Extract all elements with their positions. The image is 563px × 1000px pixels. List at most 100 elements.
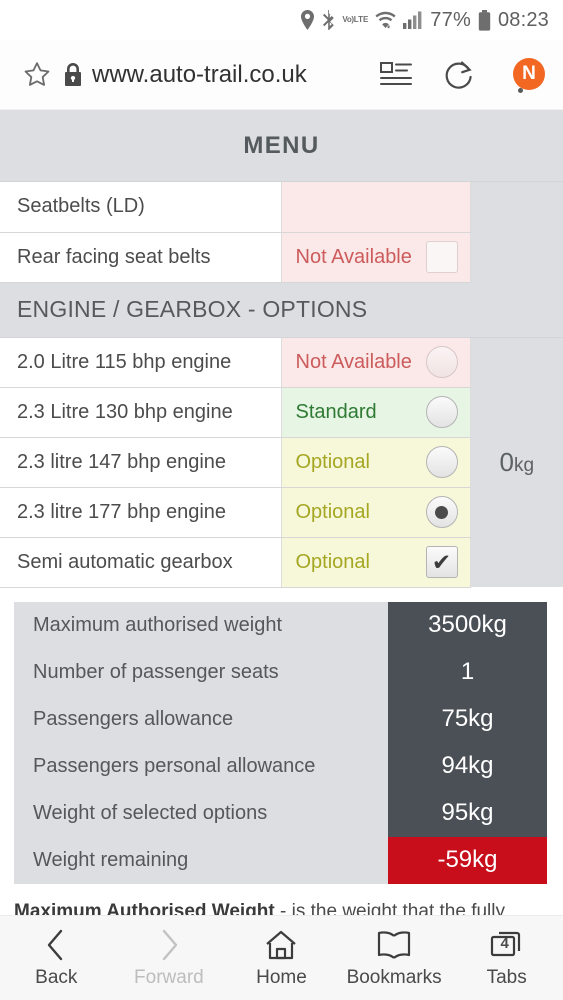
engine-147-radio[interactable] — [425, 446, 458, 478]
account-badge[interactable]: N — [513, 58, 545, 90]
nav-label: Bookmarks — [346, 966, 442, 988]
status-label: Optional — [295, 550, 371, 573]
weight-summary-table: Maximum authorised weight 3500kg Number … — [14, 601, 547, 884]
table-row: Passengers allowance 75kg — [14, 695, 547, 743]
table-row: Passengers personal allowance 94kg — [14, 742, 547, 790]
table-row: Maximum authorised weight 3500kg — [14, 601, 547, 649]
volte-bottom-label: LTE — [353, 15, 369, 24]
reload-icon[interactable] — [427, 58, 489, 91]
specification-table-wrapper: Seatbelts (LD) Rear facing seat belts No… — [0, 182, 563, 588]
site-menu-bar[interactable]: MENU — [0, 110, 563, 182]
table-row: Weight remaining -59kg — [14, 836, 547, 884]
url-text[interactable]: www.auto-trail.co.uk — [90, 61, 365, 89]
volte-icon: Vo) LTE — [342, 16, 368, 24]
table-row: Number of passenger seats 1 — [14, 648, 547, 696]
spec-name: Seatbelts (LD) — [0, 182, 282, 233]
tabs-icon: 4 — [489, 928, 525, 962]
footnote-term: Maximum Authorised Weight — [14, 900, 275, 916]
overflow-menu-icon[interactable]: N — [489, 56, 551, 93]
weight-summary-wrapper: Maximum authorised weight 3500kg Number … — [0, 587, 563, 884]
nav-home-button[interactable]: Home — [225, 916, 338, 1000]
nav-label: Tabs — [486, 966, 527, 988]
specification-table: Seatbelts (LD) Rear facing seat belts No… — [0, 182, 563, 588]
spec-name: 2.3 litre 177 bhp engine — [0, 487, 282, 538]
weight-value: 1 — [388, 648, 547, 696]
options-weight-value: 0 — [499, 446, 514, 477]
weight-label: Passengers personal allowance — [14, 742, 388, 790]
spec-status: Optional — [281, 437, 471, 488]
status-label: Not Available — [295, 245, 412, 268]
signal-icon — [403, 11, 423, 29]
clock-label: 08:23 — [497, 8, 549, 31]
spec-weight — [470, 232, 563, 282]
spec-name: 2.3 litre 147 bhp engine — [0, 437, 282, 488]
nav-tabs-button[interactable]: 4 Tabs — [450, 916, 563, 1000]
battery-percent-label: 77% — [430, 8, 471, 31]
nav-label: Forward — [134, 966, 204, 988]
options-weight-cell: 0kg — [470, 337, 563, 587]
weight-value: 94kg — [388, 742, 547, 790]
padlock-icon — [56, 62, 90, 87]
nav-forward-button[interactable]: Forward — [113, 916, 226, 1000]
status-label: Optional — [295, 450, 371, 473]
spec-status: Optional ✔ — [281, 537, 471, 588]
weight-label: Number of passenger seats — [14, 648, 388, 696]
wifi-icon — [375, 11, 396, 29]
nav-label: Back — [35, 966, 78, 988]
footnote-rest: - is the weight that the fully — [274, 900, 505, 916]
weight-label: Weight of selected options — [14, 789, 388, 837]
spec-status: Not Available — [281, 232, 471, 283]
weight-value: 75kg — [388, 695, 547, 743]
weight-label: Maximum authorised weight — [14, 601, 388, 649]
spec-name: Rear facing seat belts — [0, 232, 282, 283]
weight-value: 95kg — [388, 789, 547, 837]
status-label: Standard — [295, 400, 377, 423]
options-weight-unit: kg — [513, 454, 535, 476]
spec-weight — [470, 182, 563, 232]
table-row: 2.0 Litre 115 bhp engine Not Available 0… — [0, 337, 563, 587]
spec-status: Standard — [281, 387, 471, 438]
semi-auto-gearbox-checkbox[interactable]: ✔ — [425, 546, 458, 578]
engine-177-radio[interactable] — [425, 496, 458, 528]
weight-remaining-value: -59kg — [388, 836, 547, 884]
nav-bookmarks-button[interactable]: Bookmarks — [338, 916, 451, 1000]
weight-value: 3500kg — [388, 601, 547, 649]
browser-bottom-nav: Back Forward Home Bookmarks 4 Tabs — [0, 915, 563, 1000]
status-label: Not Available — [295, 350, 412, 373]
chevron-right-icon — [157, 928, 181, 962]
phone-screen: Vo) LTE 77% 08:23 www.auto-trail.co.uk N… — [0, 0, 563, 1000]
browser-toolbar: www.auto-trail.co.uk N — [0, 40, 563, 110]
battery-icon — [478, 9, 491, 31]
menu-label[interactable]: MENU — [243, 132, 319, 160]
engine-130-radio[interactable] — [425, 396, 458, 428]
home-icon — [264, 928, 298, 962]
volte-top-label: Vo) — [342, 15, 354, 24]
weight-label: Passengers allowance — [14, 695, 388, 743]
location-icon — [300, 10, 315, 30]
spec-status: Not Available — [281, 337, 471, 388]
footnote-text: Maximum Authorised Weight - is the weigh… — [0, 884, 563, 916]
spec-name: 2.3 Litre 130 bhp engine — [0, 387, 282, 438]
chevron-left-icon — [44, 928, 68, 962]
weight-label: Weight remaining — [14, 836, 388, 884]
nav-back-button[interactable]: Back — [0, 916, 113, 1000]
bookmark-star-icon[interactable] — [22, 60, 56, 89]
section-title: ENGINE / GEARBOX - OPTIONS — [0, 282, 563, 338]
bluetooth-icon — [322, 10, 335, 30]
table-row: Weight of selected options 95kg — [14, 789, 547, 837]
book-icon — [376, 928, 412, 962]
rear-seatbelts-checkbox[interactable] — [425, 241, 458, 273]
nav-label: Home — [256, 966, 307, 988]
page-viewport[interactable]: MENU Seatbelts (LD) Rear facing seat bel… — [0, 110, 563, 915]
spec-status: Optional — [281, 487, 471, 538]
status-bar: Vo) LTE 77% 08:23 — [0, 0, 563, 40]
engine-115-radio[interactable] — [425, 346, 458, 378]
status-label: Optional — [295, 500, 371, 523]
table-row: Seatbelts (LD) — [0, 182, 563, 233]
reader-view-icon[interactable] — [365, 61, 427, 89]
tabs-count-label: 4 — [500, 935, 509, 952]
spec-name: 2.0 Litre 115 bhp engine — [0, 337, 282, 388]
spec-name: Semi automatic gearbox — [0, 537, 282, 588]
table-row: Rear facing seat belts Not Available — [0, 232, 563, 283]
spec-status — [281, 182, 471, 233]
